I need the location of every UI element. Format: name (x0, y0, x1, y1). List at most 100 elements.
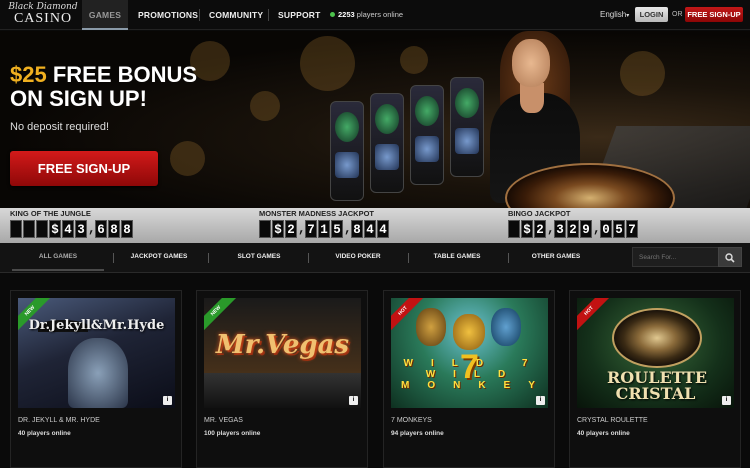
jackpot-digit (36, 220, 48, 238)
jackpot-digit: 5 (331, 220, 343, 238)
bokeh-light (300, 36, 355, 91)
info-icon[interactable]: i (349, 396, 358, 405)
hero-signup-button[interactable]: FREE SIGN-UP (10, 151, 158, 186)
hero-banner[interactable]: $25 FREE BONUS ON SIGN UP! No deposit re… (0, 31, 750, 208)
thumb-title: ROULETTE CRISTAL (607, 368, 708, 403)
logo-line2: CASINO (13, 11, 73, 26)
bonus-amount: $25 (10, 62, 47, 87)
game-players-online: 100 players online (204, 430, 261, 437)
language-selector[interactable]: English▾ (600, 0, 629, 30)
jackpot-digit: 5 (613, 220, 625, 238)
game-card-crystal-roulette[interactable]: ROULETTE CRISTAL HOT i CRYSTAL ROULETTE … (569, 290, 741, 468)
jackpot-king-of-the-jungle[interactable]: KING OF THE JUNGLE $4 3, 6 8 8 (10, 208, 133, 238)
search-icon (725, 253, 735, 263)
headline-line1: FREE BONUS (46, 62, 198, 87)
info-icon[interactable]: i (163, 396, 172, 405)
hyde-figure (68, 338, 128, 408)
tab-slot-games[interactable]: SLOT GAMES (222, 243, 296, 271)
nav-support[interactable]: SUPPORT (278, 0, 321, 30)
hero-subtitle: No deposit required! (10, 121, 110, 133)
search-button[interactable] (718, 247, 742, 267)
jackpot-digit: 4 (377, 220, 389, 238)
jackpot-digit: 2 (285, 220, 297, 238)
bokeh-light (170, 141, 205, 176)
language-label: English (600, 10, 627, 19)
jackpot-digit: 8 (351, 220, 363, 238)
players-online-count: 2253 (338, 10, 355, 19)
thumb-title: Dr.Jekyll&Mr.Hyde (28, 318, 165, 333)
game-players-online: 40 players online (18, 430, 71, 437)
tab-divider (113, 253, 114, 263)
nav-divider (199, 9, 200, 21)
jackpot-bar: KING OF THE JUNGLE $4 3, 6 8 8 MONSTER MADNE… (0, 208, 750, 243)
jackpot-digit: 0 (600, 220, 612, 238)
game-thumbnail[interactable]: Dr.Jekyll&Mr.Hyde NEW i (18, 298, 175, 408)
chevron-down-icon: ▾ (626, 13, 630, 19)
slot-machine (410, 85, 444, 185)
jackpot-digit: , (298, 222, 306, 236)
city-skyline (204, 373, 361, 408)
game-card-mr-vegas[interactable]: Mr.Vegas NEW i MR. VEGAS 100 players onl… (196, 290, 368, 468)
hero-headline: $25 FREE BONUS ON SIGN UP! (10, 63, 197, 111)
casino-logo[interactable]: Black Diamond CASINO (8, 2, 78, 28)
nav-games[interactable]: GAMES (82, 0, 128, 30)
info-icon[interactable]: i (536, 396, 545, 405)
jackpot-digit: 3 (75, 220, 87, 238)
game-thumbnail[interactable]: ROULETTE CRISTAL HOT i (577, 298, 734, 408)
jackpot-digit: 2 (534, 220, 546, 238)
bokeh-light (620, 51, 665, 96)
game-card-7-monkeys[interactable]: 7 WILD 7 WILD MONKEYS HOT i 7 MONKEYS 94… (383, 290, 555, 468)
jackpot-label: MONSTER MADNESS JACKPOT (259, 209, 375, 218)
jackpot-digit: 8 (121, 220, 133, 238)
nav-promotions[interactable]: PROMOTIONS (138, 0, 198, 30)
jackpot-digit: , (593, 222, 601, 236)
game-thumbnail[interactable]: Mr.Vegas NEW i (204, 298, 361, 408)
dealer-neck (520, 83, 544, 113)
info-icon[interactable]: i (722, 396, 731, 405)
jackpot-digit (23, 220, 35, 238)
jackpot-digit: 9 (580, 220, 592, 238)
tab-all-games[interactable]: ALL GAMES (12, 243, 104, 271)
or-label: OR (672, 11, 683, 18)
jackpot-digit: $ (49, 220, 61, 238)
jackpot-digit: 4 (62, 220, 74, 238)
jackpot-digit: 1 (318, 220, 330, 238)
top-navigation: Black Diamond CASINO GAMES PROMOTIONS CO… (0, 0, 750, 30)
nav-community[interactable]: COMMUNITY (209, 0, 263, 30)
game-thumbnail[interactable]: 7 WILD 7 WILD MONKEYS HOT i (391, 298, 548, 408)
monkey-figure (491, 308, 521, 346)
jackpot-monster-madness[interactable]: MONSTER MADNESS JACKPOT $2, 7 1 5, 8 4 4 (259, 208, 389, 238)
players-online: 2253 players online (338, 0, 403, 30)
jackpot-counter: $2, 3 2 9, 0 5 7 (508, 220, 638, 238)
jackpot-digit: 2 (567, 220, 579, 238)
tab-other-games[interactable]: OTHER GAMES (519, 243, 593, 271)
bokeh-light (400, 46, 428, 74)
header-signup-button[interactable]: FREE SIGN-UP (685, 7, 743, 22)
game-search-input[interactable] (632, 247, 720, 267)
login-button[interactable]: LOGIN (635, 7, 668, 22)
monkey-figure (416, 308, 446, 346)
jackpot-digit: , (88, 222, 96, 236)
game-title[interactable]: CRYSTAL ROULETTE (577, 417, 648, 424)
online-status-dot-icon (330, 12, 335, 17)
slot-machine (370, 93, 404, 193)
jackpot-digit: 7 (626, 220, 638, 238)
tab-divider (208, 253, 209, 263)
jackpot-digit (508, 220, 520, 238)
jackpot-bingo[interactable]: BINGO JACKPOT $2, 3 2 9, 0 5 7 (508, 208, 638, 238)
tab-video-poker[interactable]: VIDEO POKER (321, 243, 395, 271)
jackpot-digit (10, 220, 22, 238)
jackpot-digit: 3 (554, 220, 566, 238)
tab-jackpot-games[interactable]: JACKPOT GAMES (122, 243, 196, 271)
jackpot-digit: , (344, 222, 352, 236)
game-card-dr-jekyll[interactable]: Dr.Jekyll&Mr.Hyde NEW i DR. JEKYLL & MR.… (10, 290, 182, 468)
tab-divider (308, 253, 309, 263)
game-title[interactable]: DR. JEKYLL & MR. HYDE (18, 417, 100, 424)
jackpot-digit: , (547, 222, 555, 236)
players-online-suffix: players online (356, 10, 404, 19)
game-title[interactable]: 7 MONKEYS (391, 417, 432, 424)
tab-table-games[interactable]: TABLE GAMES (420, 243, 494, 271)
thumb-title: Mr.Vegas (215, 330, 350, 360)
slot-machine (330, 101, 364, 201)
game-title[interactable]: MR. VEGAS (204, 417, 243, 424)
